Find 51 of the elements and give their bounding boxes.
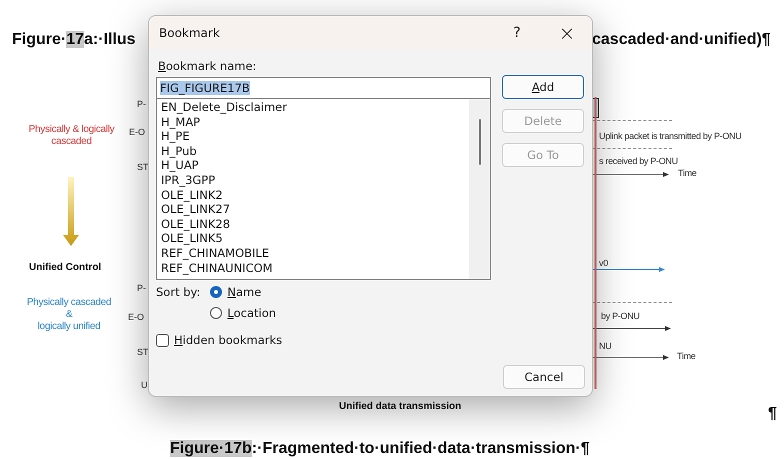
list-item[interactable]: REF_CHINAMOBILE bbox=[161, 246, 469, 261]
row-label: P- bbox=[137, 283, 146, 293]
scroll-thumb[interactable] bbox=[479, 119, 481, 165]
radio-button[interactable] bbox=[210, 286, 222, 298]
row-label: U bbox=[141, 380, 148, 390]
list-item[interactable]: REF_CHINAUNICOM bbox=[161, 260, 469, 276]
close-button[interactable]: × bbox=[542, 20, 592, 44]
arrow-icon bbox=[63, 177, 79, 247]
axis-label: Time bbox=[677, 351, 696, 361]
figure-heading: cascaded·and·unified)¶ bbox=[592, 31, 771, 49]
list-item[interactable]: EN_Delete_Disclaimer bbox=[161, 100, 469, 115]
figure-subtitle: Unified data transmission bbox=[339, 401, 462, 412]
row-label: ST bbox=[137, 162, 149, 172]
dialog-title: Bookmark bbox=[159, 26, 221, 40]
diagram-note: Physically & logically cascaded bbox=[28, 124, 116, 148]
radio-button[interactable] bbox=[210, 307, 222, 319]
checkbox-label[interactable]: Hidden bookmarks bbox=[174, 333, 282, 347]
row-label: ST bbox=[137, 347, 149, 357]
list-item[interactable]: IPR_3GPP bbox=[161, 172, 469, 188]
axis-label: Time bbox=[678, 168, 696, 178]
list-item[interactable]: H_MAP bbox=[161, 114, 469, 130]
help-button[interactable]: ? bbox=[492, 24, 542, 40]
timeline-note: by P-ONU bbox=[601, 311, 640, 321]
radio-label[interactable]: Name bbox=[227, 285, 262, 299]
row-label: P- bbox=[137, 99, 146, 109]
list-item[interactable]: OLE_LINK27 bbox=[161, 202, 469, 217]
row-label: E-O bbox=[128, 312, 144, 322]
sort-label: Sort by: bbox=[156, 285, 200, 301]
diagram-label: Unified Control bbox=[29, 262, 102, 273]
row-label: E-O bbox=[129, 127, 146, 137]
paragraph-mark: ¶ bbox=[768, 405, 777, 423]
figure-heading: Figure·17a:·Illus bbox=[12, 31, 136, 49]
list-item[interactable]: OLE_LINK5 bbox=[161, 231, 469, 246]
diagram-note: Physically cascaded & logically unified bbox=[26, 297, 112, 333]
scrollbar[interactable] bbox=[469, 99, 490, 279]
timeline-note: s received by P-ONU bbox=[599, 156, 678, 166]
figure-caption: Figure·17b:·Fragmented·to·unified·data·transmission·¶ bbox=[170, 440, 590, 458]
list-item[interactable]: OLE_LINK28 bbox=[161, 216, 469, 232]
timeline-note: v0 bbox=[599, 258, 608, 268]
timeline-note: Uplink packet is transmitted by P-ONU bbox=[599, 131, 742, 141]
list-item[interactable]: OLE_LINK2 bbox=[161, 188, 469, 202]
add-button[interactable]: Add bbox=[502, 75, 584, 99]
list-item[interactable]: H_UAP bbox=[161, 158, 469, 173]
checkbox[interactable] bbox=[156, 334, 169, 346]
radio-label[interactable]: Location bbox=[227, 306, 276, 320]
bookmark-name-field[interactable]: FIG_FIGURE17B bbox=[156, 77, 491, 99]
timeline-note: NU bbox=[599, 341, 612, 351]
field-label: Bookmark name: bbox=[158, 59, 258, 73]
list-item[interactable]: H_PE bbox=[161, 129, 469, 144]
cancel-button[interactable]: Cancel bbox=[503, 365, 585, 389]
list-item[interactable]: H_Pub bbox=[161, 144, 469, 158]
